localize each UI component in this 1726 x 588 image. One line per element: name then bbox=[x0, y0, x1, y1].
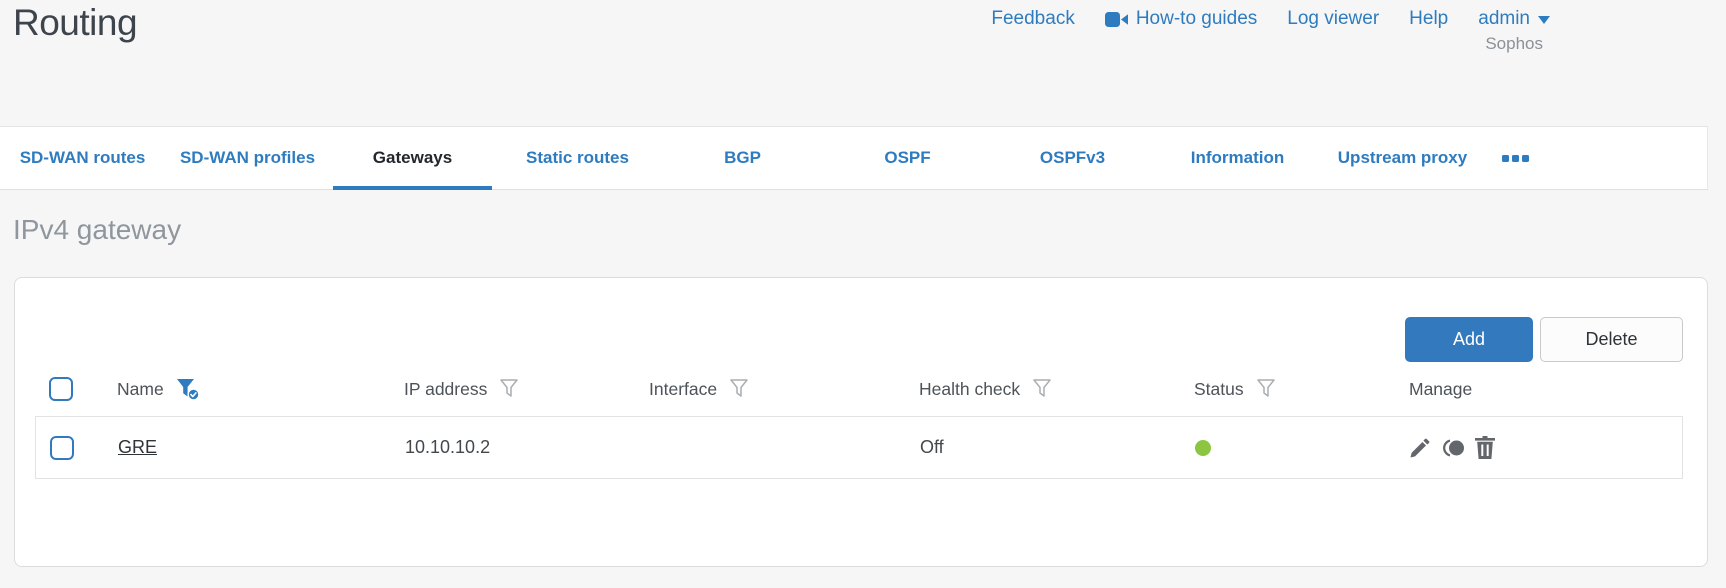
how-to-guides-label: How-to guides bbox=[1135, 8, 1258, 29]
feedback-label: Feedback bbox=[991, 8, 1075, 29]
edit-pencil-icon[interactable] bbox=[1408, 436, 1432, 460]
filter-funnel-icon[interactable] bbox=[499, 378, 519, 400]
filter-funnel-icon[interactable] bbox=[729, 378, 749, 400]
ellipsis-icon bbox=[1521, 154, 1529, 162]
ipv4-gateway-panel: Add Delete Name IP address Interface Hea… bbox=[14, 277, 1708, 567]
brand-label: Sophos bbox=[1485, 34, 1543, 53]
name-cell: GRE bbox=[106, 437, 393, 458]
column-header-interface: Interface bbox=[637, 378, 907, 400]
column-label: Status bbox=[1194, 378, 1244, 399]
tab-bgp[interactable]: BGP bbox=[660, 127, 825, 189]
column-label: IP address bbox=[404, 378, 488, 399]
chevron-down-icon bbox=[1538, 8, 1550, 30]
admin-menu[interactable]: admin bbox=[1478, 8, 1550, 30]
tab-gateways[interactable]: Gateways bbox=[330, 127, 495, 190]
ellipsis-icon bbox=[1511, 154, 1519, 162]
help-label: Help bbox=[1409, 8, 1449, 29]
column-header-manage: Manage bbox=[1397, 379, 1683, 400]
status-cell bbox=[1183, 439, 1398, 456]
delete-button[interactable]: Delete bbox=[1540, 317, 1683, 362]
filter-funnel-active-icon[interactable] bbox=[176, 378, 201, 401]
column-label: Health check bbox=[919, 378, 1021, 399]
column-label: Interface bbox=[649, 378, 718, 399]
tab-sd-wan-routes[interactable]: SD-WAN routes bbox=[0, 127, 165, 189]
column-header-ip-address: IP address bbox=[392, 378, 637, 400]
tab-ospf[interactable]: OSPF bbox=[825, 127, 990, 189]
manage-cell bbox=[1398, 435, 1682, 460]
tab-ospfv3[interactable]: OSPFv3 bbox=[990, 127, 1155, 189]
tab-static-routes[interactable]: Static routes bbox=[495, 127, 660, 189]
health-check-cell: Off bbox=[920, 437, 944, 457]
filter-funnel-icon[interactable] bbox=[1032, 378, 1052, 400]
delete-trash-icon[interactable] bbox=[1474, 435, 1496, 460]
row-checkbox-cell bbox=[36, 435, 106, 460]
header-checkbox-cell bbox=[35, 377, 105, 401]
log-viewer-link[interactable]: Log viewer bbox=[1287, 8, 1379, 30]
section-heading: IPv4 gateway bbox=[13, 214, 182, 245]
row-checkbox[interactable] bbox=[50, 435, 74, 460]
ellipsis-icon bbox=[1501, 154, 1509, 162]
table-header-row: Name IP address Interface Health check S… bbox=[35, 362, 1683, 416]
video-camera-icon bbox=[1104, 11, 1128, 27]
column-header-status: Status bbox=[1182, 378, 1397, 400]
table-body: GRE 10.10.10.2 Off bbox=[35, 416, 1683, 479]
tab-upstream-proxy[interactable]: Upstream proxy bbox=[1320, 127, 1485, 189]
how-to-guides-link[interactable]: How-to guides bbox=[1104, 8, 1258, 30]
page-header: Routing Feedback How-to guides Log viewe… bbox=[0, 0, 1726, 126]
select-all-checkbox[interactable] bbox=[49, 377, 73, 401]
admin-label: admin bbox=[1478, 8, 1530, 29]
feedback-link[interactable]: Feedback bbox=[991, 8, 1074, 30]
filter-funnel-icon[interactable] bbox=[1256, 378, 1276, 400]
column-label: Manage bbox=[1409, 378, 1473, 399]
help-link[interactable]: Help bbox=[1409, 8, 1448, 30]
more-tabs-button[interactable] bbox=[1485, 127, 1545, 189]
routing-tab-bar: SD-WAN routes SD-WAN profiles Gateways S… bbox=[0, 126, 1708, 190]
column-header-name: Name bbox=[105, 378, 392, 401]
tab-information[interactable]: Information bbox=[1155, 127, 1320, 189]
clone-icon[interactable] bbox=[1440, 436, 1466, 460]
table-toolbar: Add Delete bbox=[35, 278, 1683, 362]
status-green-dot bbox=[1195, 439, 1211, 456]
gateway-name-link[interactable]: GRE bbox=[118, 437, 157, 458]
header-links: Feedback How-to guides Log viewer Help a… bbox=[991, 8, 1550, 30]
page-title: Routing bbox=[13, 2, 138, 43]
column-header-health-check: Health check bbox=[907, 378, 1182, 400]
tab-sd-wan-profiles[interactable]: SD-WAN profiles bbox=[165, 127, 330, 189]
add-button[interactable]: Add bbox=[1405, 317, 1533, 362]
log-viewer-label: Log viewer bbox=[1287, 8, 1380, 29]
column-label: Name bbox=[117, 378, 164, 399]
ip-address-cell: 10.10.10.2 bbox=[405, 437, 491, 457]
table-row: GRE 10.10.10.2 Off bbox=[36, 417, 1682, 478]
